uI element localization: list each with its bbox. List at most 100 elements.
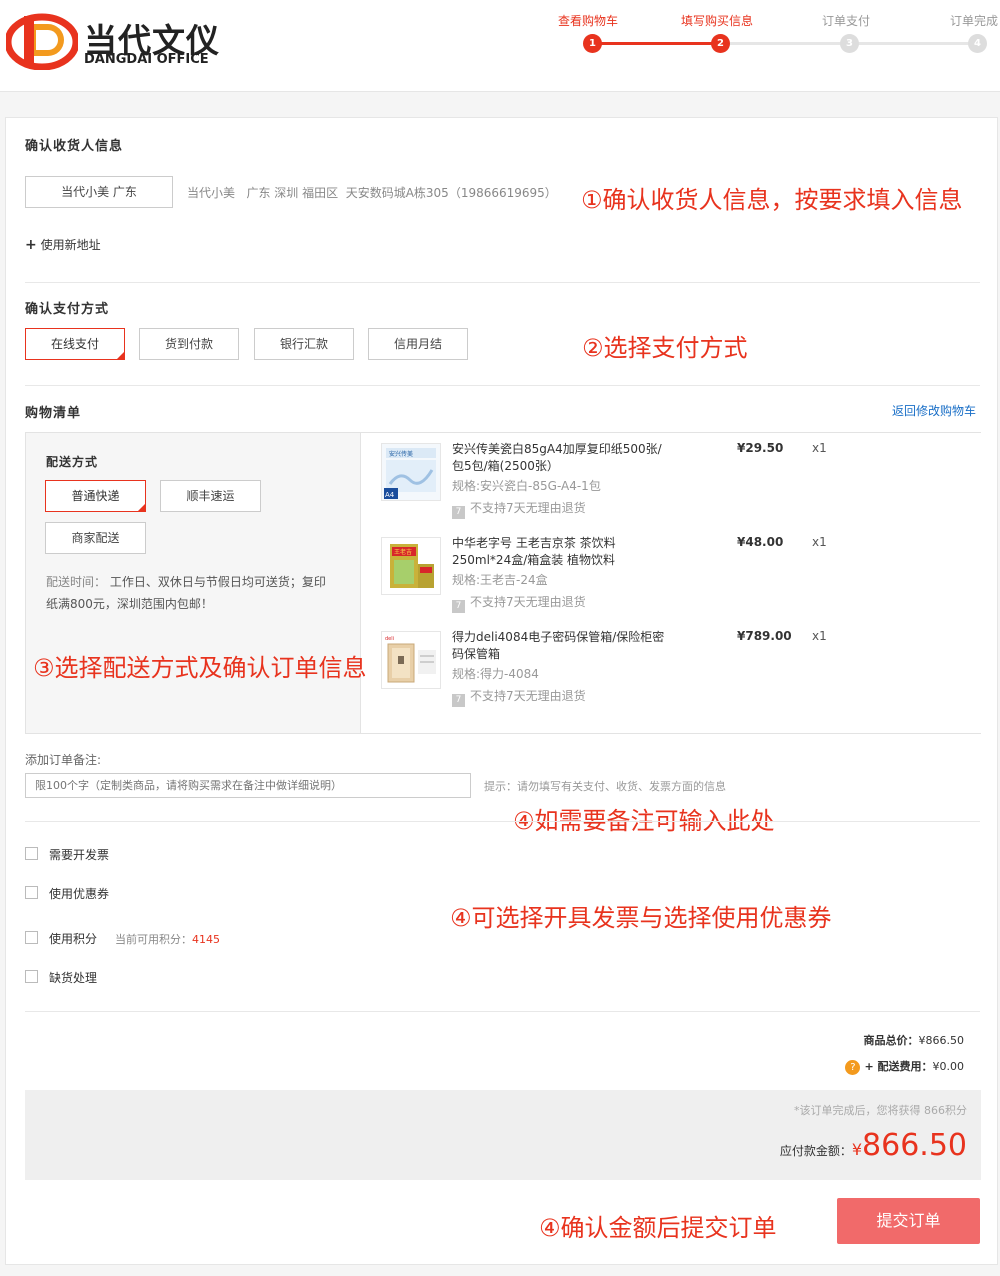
payment-bank-button[interactable]: 银行汇款 (254, 328, 354, 360)
cart-items: 安兴传美 A4 安兴传美瓷白85gA4加厚复印纸500张/包5包/箱(2500张… (360, 433, 981, 733)
points-earn-note: *该订单完成后，您将获得 866积分 (794, 1104, 967, 1117)
coupon-checkbox[interactable] (25, 886, 38, 899)
shipping-sf-button[interactable]: 顺丰速运 (160, 480, 261, 512)
shipping-note-line1: 工作日、双休日与节假日均可送货；复印 (109, 575, 326, 589)
return-policy: 7 不支持7天无理由退货 (452, 499, 586, 519)
product-price: ¥48.00 (737, 535, 784, 549)
payment-online-button[interactable]: 在线支付 (25, 328, 125, 360)
shipping-merchant-button[interactable]: 商家配送 (45, 522, 146, 554)
goods-total-label: 商品总价： (863, 1034, 919, 1047)
no-return-icon: 7 (452, 694, 465, 707)
step-label-cart: 查看购物车 (558, 14, 619, 28)
annotation-consignee: ①确认收货人信息，按要求填入信息 (581, 186, 963, 214)
annotation-remark: ④如需要备注可输入此处 (513, 807, 775, 835)
back-to-cart-link[interactable]: 返回修改购物车 (892, 402, 976, 419)
header: 当代文仪 DANGDAI OFFICE 查看购物车 1 填写购买信息 2 订单支… (0, 0, 1000, 92)
submit-order-button[interactable]: 提交订单 (837, 1198, 980, 1244)
cart-item: 王老吉 中华老字号 王老吉京茶 茶饮料250ml*24盒/箱盒装 植物饮料 规格… (361, 527, 982, 617)
return-policy-text: 不支持7天无理由退货 (470, 501, 586, 515)
step-dot-3: 3 (840, 34, 859, 53)
step-label-pay: 订单支付 (822, 14, 871, 28)
step-connector-1 (592, 42, 720, 45)
invoice-checkbox[interactable] (25, 847, 38, 860)
shipping-normal-button[interactable]: 普通快递 (45, 480, 146, 512)
points-checkbox[interactable] (25, 931, 38, 944)
step-dot-2: 2 (711, 34, 730, 53)
help-icon[interactable]: ? (845, 1060, 861, 1075)
payable-amount: 应付款金额：¥866.50 (780, 1128, 967, 1163)
product-qty: x1 (812, 629, 827, 643)
cart-title: 购物清单 (25, 406, 82, 421)
return-policy: 7 不支持7天无理由退货 (452, 687, 586, 707)
address-card-button[interactable]: 当代小美 广东 (25, 176, 173, 208)
logo-text-en: DANGDAI OFFICE (84, 52, 209, 67)
product-image-tea[interactable]: 王老吉 (381, 537, 441, 595)
payable-currency: ¥ (851, 1140, 863, 1159)
shipping-note-label: 配送时间： (46, 575, 107, 589)
annotation-payment: ②选择支付方式 (582, 334, 748, 362)
shipping-note-line2: 纸满800元，深圳范围内包邮！ (46, 597, 213, 611)
shortage-label: 缺货处理 (49, 971, 98, 985)
shortage-checkbox[interactable] (25, 970, 38, 983)
cart-box: 配送方式 普通快递 顺丰速运 商家配送 配送时间： 工作日、双休日与节假日均可送… (25, 432, 981, 734)
product-spec: 规格:王老吉-24盒 (452, 573, 548, 587)
remark-tip: 提示：请勿填写有关支付、收货、发票方面的信息 (484, 780, 726, 793)
safe-brand-text: deli (385, 636, 394, 642)
points-available-value: 4145 (192, 933, 220, 946)
product-spec: 规格:得力-4084 (452, 667, 539, 681)
return-policy: 7 不支持7天无理由退货 (452, 593, 586, 613)
product-name[interactable]: 中华老字号 王老吉京茶 茶饮料250ml*24盒/箱盒装 植物饮料 (452, 535, 672, 569)
divider (25, 821, 980, 822)
return-policy-text: 不支持7天无理由退货 (470, 689, 586, 703)
add-address-label: 使用新地址 (40, 238, 101, 252)
product-price: ¥789.00 (737, 629, 792, 643)
divider (25, 282, 980, 283)
paper-size-text: A4 (385, 491, 395, 499)
product-image-paper[interactable]: 安兴传美 A4 (381, 443, 441, 501)
tea-brand-text: 王老吉 (394, 548, 412, 556)
product-image-safe[interactable]: deli (381, 631, 441, 689)
shipping-fee: ? + 配送费用：¥0.00 (845, 1058, 964, 1075)
dangdai-logo-icon[interactable] (6, 10, 78, 70)
invoice-label: 需要开发票 (49, 848, 110, 862)
product-name[interactable]: 得力deli4084电子密码保管箱/保险柜密码保管箱 (452, 629, 672, 663)
annotation-options: ④可选择开具发票与选择使用优惠券 (450, 904, 832, 932)
product-price: ¥29.50 (737, 441, 784, 455)
product-qty: x1 (812, 535, 827, 549)
goods-total-value: ¥866.50 (918, 1034, 965, 1047)
payable-value: 866.50 (862, 1128, 967, 1163)
no-return-icon: 7 (452, 506, 465, 519)
points-available: 当前可用积分：4145 (115, 931, 220, 947)
remark-input[interactable] (25, 773, 471, 798)
cart-item: 安兴传美 A4 安兴传美瓷白85gA4加厚复印纸500张/包5包/箱(2500张… (361, 433, 982, 523)
payment-title: 确认支付方式 (25, 302, 110, 317)
product-spec: 规格:安兴瓷白-85G-A4-1包 (452, 479, 601, 493)
plus-icon: + (25, 237, 37, 253)
product-name[interactable]: 安兴传美瓷白85gA4加厚复印纸500张/包5包/箱(2500张） (452, 441, 672, 475)
step-label-complete: 订单完成 (950, 14, 999, 28)
step-label-fill-info: 填写购买信息 (681, 14, 754, 28)
return-policy-text: 不支持7天无理由退货 (470, 595, 586, 609)
payable-box: *该订单完成后，您将获得 866积分 应付款金额：¥866.50 (25, 1090, 981, 1180)
checkout-progress: 查看购物车 1 填写购买信息 2 订单支付 3 订单完成 4 (548, 0, 1000, 60)
address-detail: 当代小美 广东 深圳 福田区 天安数码城A栋305（19866619695） (187, 186, 557, 200)
no-return-icon: 7 (452, 600, 465, 613)
payment-monthly-button[interactable]: 信用月结 (368, 328, 468, 360)
points-label: 使用积分 (49, 932, 98, 946)
cart-item: deli 得力deli4084电子密码保管箱/保险柜密码保管箱 规格:得力-40… (361, 621, 982, 711)
shipping-note: 配送时间： 工作日、双休日与节假日均可送货；复印 纸满800元，深圳范围内包邮！ (46, 571, 346, 615)
divider (25, 1011, 980, 1012)
annotation-submit: ④确认金额后提交订单 (539, 1214, 777, 1242)
step-dot-4: 4 (968, 34, 987, 53)
divider (25, 385, 980, 386)
order-form-panel: 确认收货人信息 当代小美 广东 当代小美 广东 深圳 福田区 天安数码城A栋30… (5, 117, 998, 1265)
goods-total: 商品总价：¥866.50 (864, 1032, 965, 1048)
annotation-shipping: ③选择配送方式及确认订单信息 (33, 654, 367, 682)
add-address-link[interactable]: + 使用新地址 (25, 236, 101, 253)
product-qty: x1 (812, 441, 827, 455)
payment-cod-button[interactable]: 货到付款 (139, 328, 239, 360)
shipping-title: 配送方式 (46, 455, 99, 469)
coupon-label: 使用优惠券 (49, 887, 110, 901)
paper-brand-text: 安兴传美 (389, 450, 413, 458)
remark-label: 添加订单备注: (25, 753, 102, 767)
